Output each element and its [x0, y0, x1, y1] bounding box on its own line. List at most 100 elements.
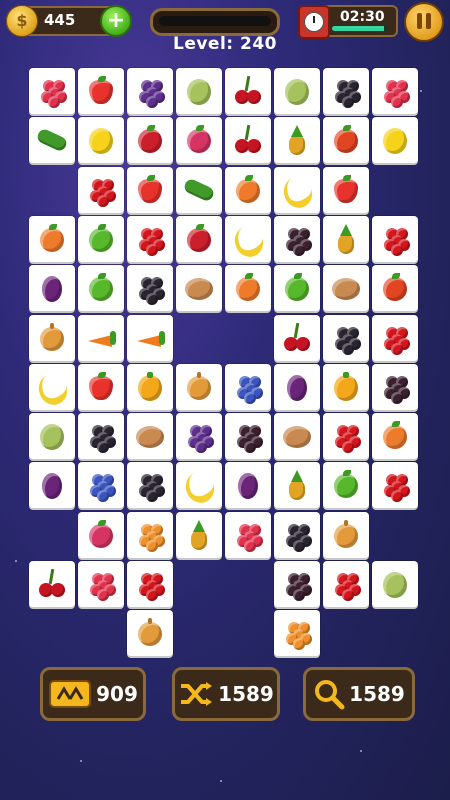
redcurrant-icon	[86, 175, 116, 207]
apple-icon	[86, 224, 116, 254]
shuffle-button[interactable]: 1589	[172, 667, 280, 721]
tile-currant[interactable]	[274, 216, 320, 262]
tile-blackberry[interactable]	[127, 265, 173, 311]
tile-raspberry[interactable]	[29, 68, 75, 114]
tile-cucumber[interactable]	[176, 167, 222, 213]
tile-plum[interactable]	[29, 265, 75, 311]
tile-grape[interactable]	[176, 413, 222, 459]
tile-potato[interactable]	[323, 265, 369, 311]
tile-plum[interactable]	[29, 462, 75, 508]
tile-redcurrant[interactable]	[78, 167, 124, 213]
tile-plum[interactable]	[225, 462, 271, 508]
tile-strawberry[interactable]	[127, 167, 173, 213]
tile-cherry[interactable]	[274, 315, 320, 361]
tile-cherry[interactable]	[29, 561, 75, 607]
tile-gooseberry[interactable]	[176, 68, 222, 114]
onion-icon	[184, 372, 214, 402]
tomato-icon	[331, 125, 361, 155]
tile-strawberry[interactable]	[323, 167, 369, 213]
tile-banana[interactable]	[225, 216, 271, 262]
tile-blueberry[interactable]	[78, 462, 124, 508]
tile-apple[interactable]	[323, 462, 369, 508]
peach-icon	[37, 224, 67, 254]
tile-lemon[interactable]	[372, 117, 418, 163]
tile-potato[interactable]	[127, 413, 173, 459]
tile-gooseberry[interactable]	[372, 561, 418, 607]
tile-pineapple[interactable]	[274, 117, 320, 163]
tile-radish[interactable]	[176, 117, 222, 163]
tile-blackberry[interactable]	[78, 413, 124, 459]
tile-banana[interactable]	[274, 167, 320, 213]
tile-blackberry[interactable]	[323, 315, 369, 361]
tile-redcurrant[interactable]	[372, 216, 418, 262]
tile-redcurrant[interactable]	[323, 413, 369, 459]
tile-lemon[interactable]	[78, 117, 124, 163]
tile-cucumber[interactable]	[29, 117, 75, 163]
tile-currant[interactable]	[225, 413, 271, 459]
tile-peach[interactable]	[225, 265, 271, 311]
tile-potato[interactable]	[274, 413, 320, 459]
tile-currant[interactable]	[372, 364, 418, 410]
tile-cherry[interactable]	[225, 117, 271, 163]
apple-icon	[331, 470, 361, 500]
tile-cloudberry[interactable]	[127, 512, 173, 558]
tile-onion[interactable]	[323, 512, 369, 558]
tile-onion[interactable]	[176, 364, 222, 410]
tile-plum[interactable]	[274, 364, 320, 410]
banana-icon	[230, 222, 268, 261]
tile-apple[interactable]	[274, 265, 320, 311]
tile-peach[interactable]	[29, 216, 75, 262]
tile-redcurrant[interactable]	[127, 561, 173, 607]
tile-blueberry[interactable]	[225, 364, 271, 410]
tile-strawberry[interactable]	[78, 68, 124, 114]
gooseberry-icon	[380, 569, 410, 599]
banana-icon	[34, 370, 72, 409]
tile-raspberry[interactable]	[225, 512, 271, 558]
tile-pepper[interactable]	[323, 364, 369, 410]
tile-peach[interactable]	[372, 413, 418, 459]
undo-icon	[49, 680, 92, 708]
tile-onion[interactable]	[127, 610, 173, 656]
tile-cloudberry[interactable]	[274, 610, 320, 656]
undo-button[interactable]: 909	[40, 667, 146, 721]
currant-icon	[282, 569, 312, 601]
tile-raspberry[interactable]	[78, 561, 124, 607]
tile-peach[interactable]	[225, 167, 271, 213]
tile-pepper[interactable]	[127, 364, 173, 410]
tile-apple[interactable]	[78, 265, 124, 311]
tile-onion[interactable]	[29, 315, 75, 361]
tile-cherry[interactable]	[225, 68, 271, 114]
grape-icon	[184, 421, 214, 453]
tile-currant[interactable]	[274, 561, 320, 607]
hint-button[interactable]: 1589	[303, 667, 415, 721]
tile-tomato[interactable]	[323, 117, 369, 163]
tile-pineapple[interactable]	[176, 512, 222, 558]
tile-redcurrant[interactable]	[372, 315, 418, 361]
tile-redcurrant[interactable]	[323, 561, 369, 607]
blackberry-icon	[331, 76, 361, 108]
tile-tomato[interactable]	[372, 265, 418, 311]
tile-strawberry[interactable]	[78, 364, 124, 410]
tile-blackberry[interactable]	[274, 512, 320, 558]
tile-radish[interactable]	[78, 512, 124, 558]
tile-banana[interactable]	[29, 364, 75, 410]
tile-carrot[interactable]	[78, 315, 124, 361]
tile-banana[interactable]	[176, 462, 222, 508]
tomato-icon	[380, 273, 410, 303]
tile-redcurrant[interactable]	[127, 216, 173, 262]
tile-potato[interactable]	[176, 265, 222, 311]
tile-carrot[interactable]	[127, 315, 173, 361]
tile-blackberry[interactable]	[127, 462, 173, 508]
peach-icon	[233, 273, 263, 303]
tile-pomegranate[interactable]	[127, 117, 173, 163]
tile-blackberry[interactable]	[323, 68, 369, 114]
tile-raspberry[interactable]	[372, 68, 418, 114]
tile-apple[interactable]	[78, 216, 124, 262]
tile-gooseberry[interactable]	[29, 413, 75, 459]
tile-pineapple[interactable]	[323, 216, 369, 262]
tile-grape[interactable]	[127, 68, 173, 114]
tile-redcurrant[interactable]	[372, 462, 418, 508]
tile-pineapple[interactable]	[274, 462, 320, 508]
tile-pomegranate[interactable]	[176, 216, 222, 262]
tile-gooseberry[interactable]	[274, 68, 320, 114]
